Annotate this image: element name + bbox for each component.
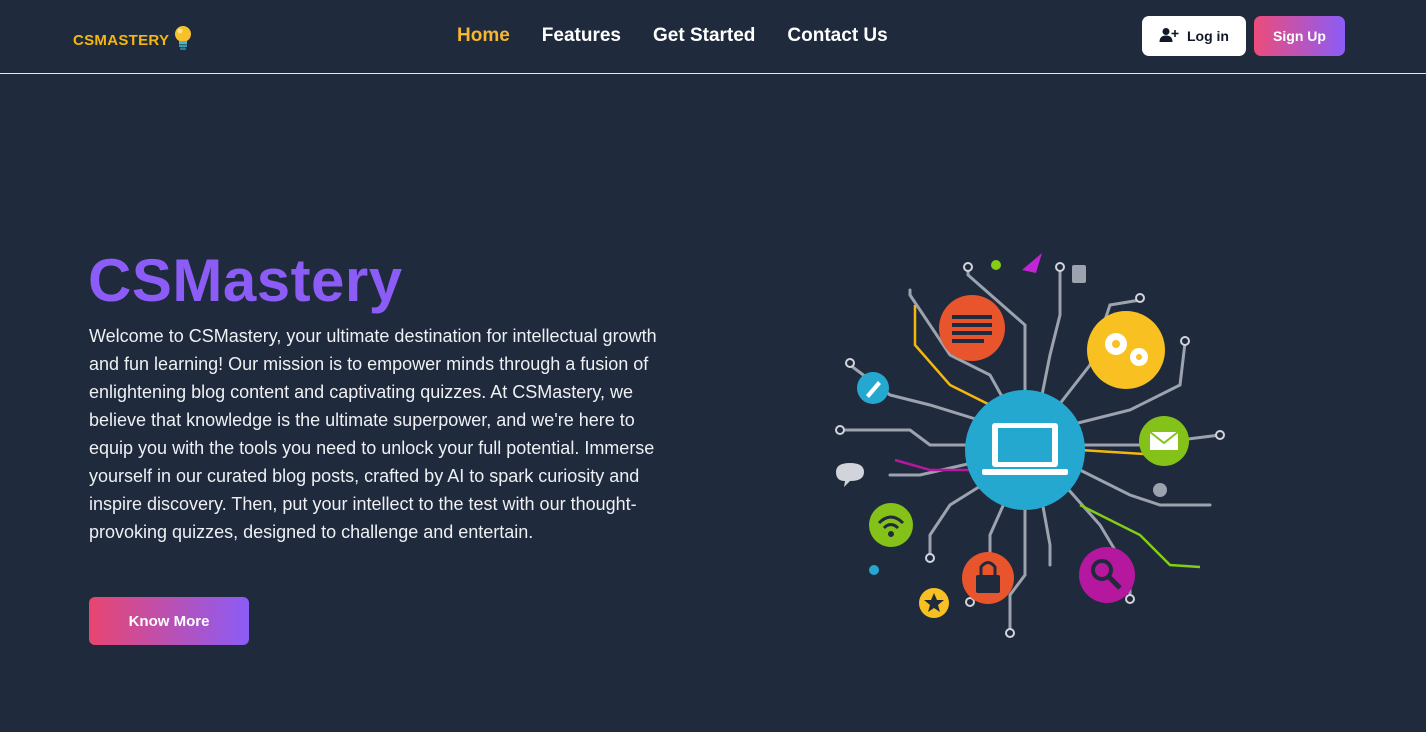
nav-link-get-started[interactable]: Get Started: [653, 25, 755, 47]
signup-button[interactable]: Sign Up: [1254, 16, 1345, 56]
hero-description: Welcome to CSMastery, your ultimate dest…: [89, 326, 657, 542]
nav-link-contact-us[interactable]: Contact Us: [787, 25, 887, 47]
brand-logo[interactable]: CSMASTERY: [73, 24, 193, 57]
login-label: Log in: [1187, 28, 1229, 44]
lightbulb-icon: [173, 24, 193, 57]
user-plus-icon: [1159, 27, 1179, 46]
know-more-label: Know More: [128, 612, 210, 630]
signup-label: Sign Up: [1273, 28, 1326, 44]
main-nav: Home Features Get Started Contact Us: [457, 25, 888, 47]
tech-network-illustration: [810, 245, 1230, 645]
hero-title: CSMastery: [88, 247, 403, 314]
nav-link-home[interactable]: Home: [457, 25, 510, 47]
brand-name: CSMASTERY: [73, 32, 170, 49]
navbar: CSMASTERY Home Features Get Started Cont…: [0, 0, 1426, 74]
nav-link-features[interactable]: Features: [542, 25, 621, 47]
login-button[interactable]: Log in: [1142, 16, 1246, 56]
know-more-button[interactable]: Know More: [89, 597, 249, 645]
